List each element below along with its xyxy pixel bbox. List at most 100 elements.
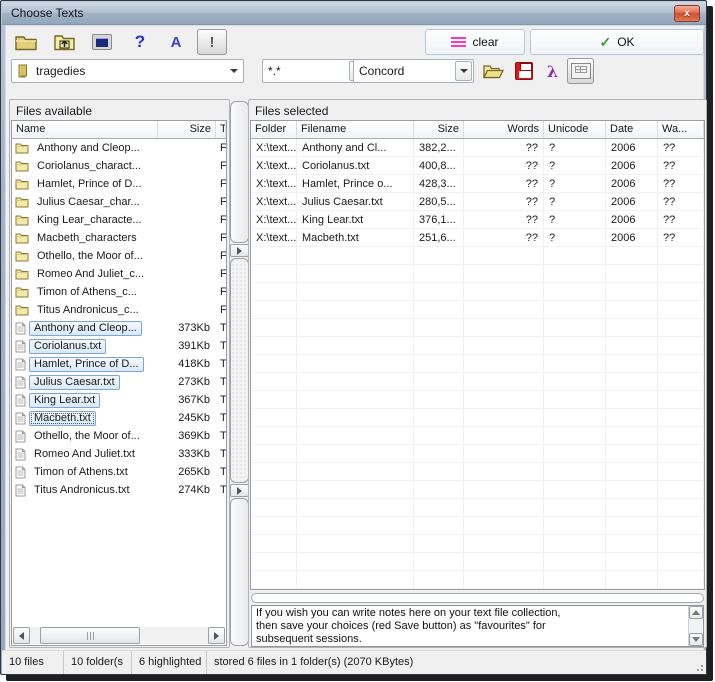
tool-combobox[interactable]: Concord	[353, 59, 474, 83]
list-item[interactable]: Hamlet, Prince of D... Fi	[12, 175, 226, 193]
close-button[interactable]: x	[674, 5, 700, 22]
list-item[interactable]: Titus Andronicus_c... Fi	[12, 301, 226, 319]
scroll-down-button[interactable]	[689, 633, 703, 646]
list-item[interactable]: Timon of Athens_c... Fi	[12, 283, 226, 301]
load-favourites-button[interactable]	[480, 58, 507, 84]
splitter-lower-track[interactable]	[230, 498, 249, 646]
table-row[interactable]: X:\text... Julius Caesar.txt 280,5... ??…	[251, 193, 704, 211]
list-item[interactable]: Coriolanus.txt 391Kb Te	[12, 337, 226, 355]
left-header-type[interactable]: Ty	[216, 121, 226, 138]
font-button[interactable]: A	[161, 29, 191, 55]
list-item[interactable]: Anthony and Cleop... Fi	[12, 139, 226, 157]
text-file-icon	[15, 412, 26, 425]
list-item[interactable]: Romeo And Juliet_c... Fi	[12, 265, 226, 283]
list-item[interactable]: Anthony and Cleop... 373Kb Te	[12, 319, 226, 337]
file-size: 265Kb	[158, 466, 216, 478]
clear-button[interactable]: clear	[425, 29, 525, 55]
list-item[interactable]: Timon of Athens.txt 265Kb Te	[12, 463, 226, 481]
scroll-left-button[interactable]	[13, 627, 30, 644]
left-horizontal-scrollbar[interactable]	[13, 627, 225, 644]
file-type: Te	[216, 466, 226, 478]
file-type: Te	[216, 448, 226, 460]
cell-folder	[251, 355, 297, 372]
scroll-up-button[interactable]	[689, 606, 703, 619]
notes-box[interactable]: If you wish you can write notes here on …	[251, 605, 704, 647]
file-name-label: Anthony and Cleop...	[29, 321, 142, 336]
header-size[interactable]: Size	[414, 121, 464, 138]
cell-warning	[658, 301, 704, 318]
selector-grid-button[interactable]	[567, 58, 594, 84]
cell-date	[606, 373, 658, 390]
cell-date	[606, 553, 658, 570]
list-item[interactable]: Macbeth.txt 245Kb Te	[12, 409, 226, 427]
cell-date	[606, 247, 658, 264]
batch-button[interactable]: !	[197, 29, 227, 55]
resize-grip[interactable]	[695, 663, 703, 671]
file-name-cell: Timon of Athens.txt	[12, 465, 158, 480]
ok-button[interactable]: ✓ OK	[530, 29, 704, 55]
help-button[interactable]: ?	[125, 29, 155, 55]
save-icon	[515, 62, 533, 80]
table-row-empty	[251, 355, 704, 373]
cell-warning	[658, 499, 704, 516]
file-type: Fi	[216, 268, 226, 280]
splitter-arrow-button-bottom[interactable]	[230, 484, 249, 497]
header-filename[interactable]: Filename	[297, 121, 414, 138]
open-folder-button[interactable]	[11, 29, 41, 55]
cell-folder: X:\text...	[251, 139, 297, 156]
header-date[interactable]: Date	[606, 121, 658, 138]
cell-words	[464, 301, 544, 318]
scroll-right-button[interactable]	[208, 627, 225, 644]
list-item[interactable]: King Lear_characte... Fi	[12, 211, 226, 229]
header-folder[interactable]: Folder	[251, 121, 297, 138]
list-item[interactable]: King Lear.txt 367Kb Te	[12, 391, 226, 409]
titlebar[interactable]: Choose Texts x	[2, 2, 706, 25]
table-row[interactable]: X:\text... King Lear.txt 376,1... ?? ? 2…	[251, 211, 704, 229]
cell-warning	[658, 571, 704, 588]
cell-folder	[251, 265, 297, 282]
file-type: Te	[216, 484, 226, 496]
table-row-empty	[251, 265, 704, 283]
tool-combo-arrow[interactable]	[455, 61, 472, 81]
scrollbar-thumb[interactable]	[40, 627, 140, 644]
file-size: 245Kb	[158, 412, 216, 424]
cell-words	[464, 391, 544, 408]
cell-folder	[251, 283, 297, 300]
list-item[interactable]: Titus Andronicus.txt 274Kb Te	[12, 481, 226, 499]
header-unicode[interactable]: Unicode	[544, 121, 606, 138]
header-warning[interactable]: Wa...	[658, 121, 704, 138]
list-item[interactable]: Hamlet, Prince of D... 418Kb Te	[12, 355, 226, 373]
cell-words	[464, 319, 544, 336]
folder-combo-arrow[interactable]	[225, 60, 243, 82]
list-item[interactable]: Othello, the Moor of... Fi	[12, 247, 226, 265]
splitter-grip[interactable]	[230, 258, 249, 483]
file-type: Te	[216, 430, 226, 442]
acrobat-button[interactable]: λ	[539, 58, 566, 84]
cell-date	[606, 463, 658, 480]
list-item[interactable]: Macbeth_characters Fi	[12, 229, 226, 247]
table-row[interactable]: X:\text... Hamlet, Prince o... 428,3... …	[251, 175, 704, 193]
table-row[interactable]: X:\text... Anthony and Cl... 382,2... ??…	[251, 139, 704, 157]
left-header-size[interactable]: Size	[158, 121, 216, 138]
cell-unicode: ?	[544, 211, 606, 228]
list-item[interactable]: Romeo And Juliet.txt 333Kb Te	[12, 445, 226, 463]
list-item[interactable]: Othello, the Moor of... 369Kb Te	[12, 427, 226, 445]
left-header-name[interactable]: Name	[12, 121, 158, 138]
folder-combobox[interactable]: tragedies	[11, 59, 244, 83]
splitter-upper-track[interactable]	[230, 101, 249, 243]
list-item[interactable]: Julius Caesar.txt 273Kb Te	[12, 373, 226, 391]
screen-view-button[interactable]	[87, 29, 117, 55]
list-item[interactable]: Coriolanus_charact... Fi	[12, 157, 226, 175]
notes-scrollbar[interactable]	[688, 606, 703, 646]
cell-words: ??	[464, 175, 544, 192]
save-favourites-button[interactable]	[510, 58, 537, 84]
splitter-arrow-button-top[interactable]	[230, 244, 249, 257]
table-row[interactable]: X:\text... Coriolanus.txt 400,8... ?? ? …	[251, 157, 704, 175]
folder-up-button[interactable]	[49, 29, 79, 55]
table-row[interactable]: X:\text... Macbeth.txt 251,6... ?? ? 200…	[251, 229, 704, 247]
folder-icon	[15, 232, 29, 244]
header-words[interactable]: Words	[464, 121, 544, 138]
notes-text[interactable]: If you wish you can write notes here on …	[252, 606, 688, 646]
list-item[interactable]: Julius Caesar_char... Fi	[12, 193, 226, 211]
file-name-label: Timon of Athens.txt	[29, 465, 133, 480]
